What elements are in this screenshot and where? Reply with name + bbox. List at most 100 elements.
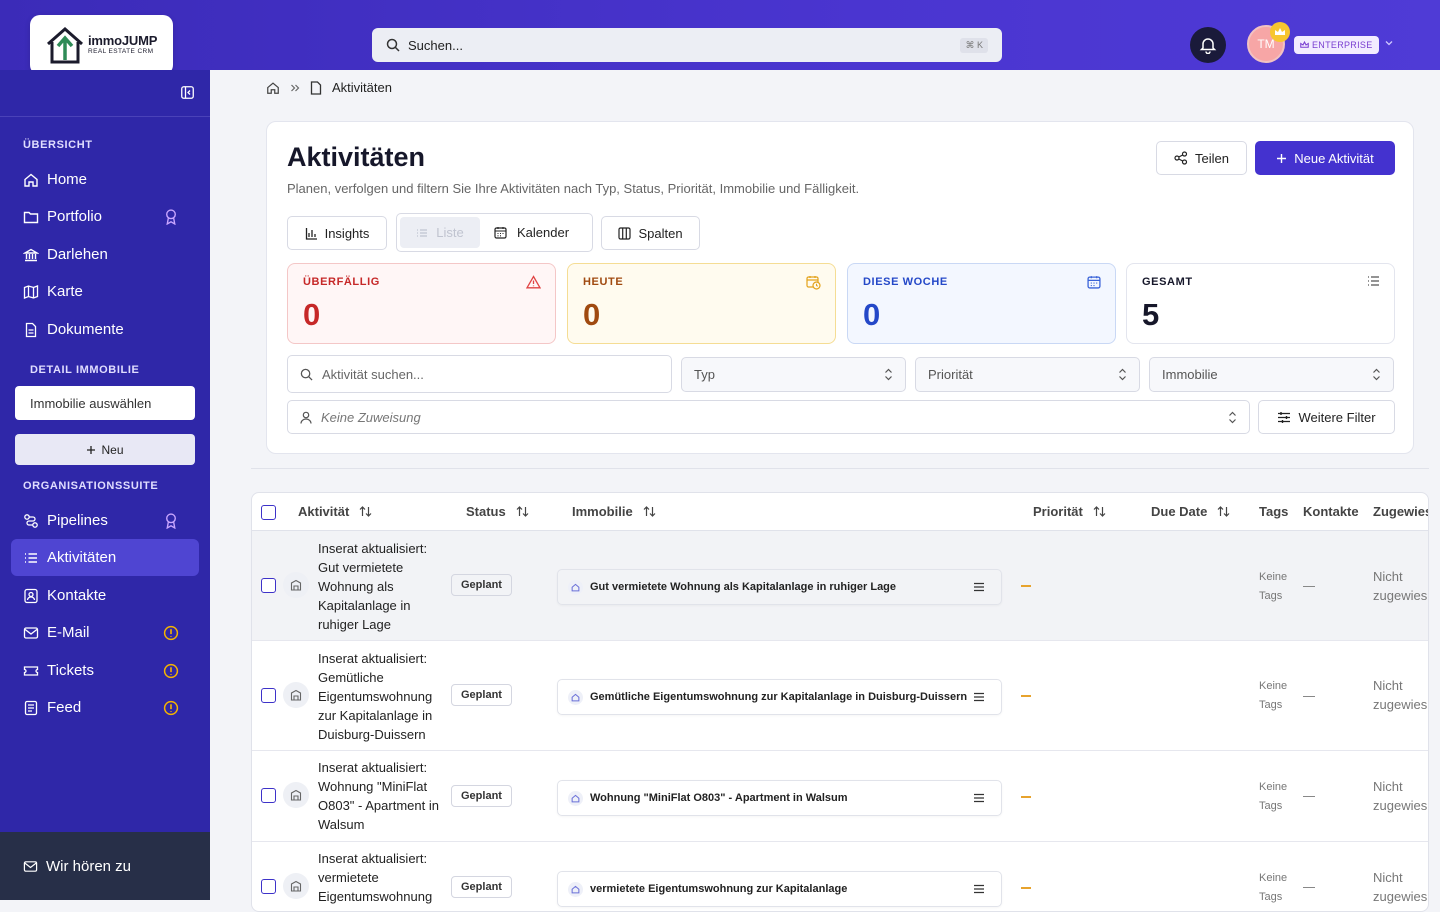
property-chip[interactable]: Gut vermietete Wohnung als Kapitalanlage… [557, 569, 1002, 605]
share-button[interactable]: Teilen [1156, 141, 1247, 175]
drag-menu-icon[interactable] [973, 793, 985, 803]
sidebar-item-darlehen[interactable]: Darlehen [11, 236, 199, 273]
tags-text: Tags [1259, 891, 1283, 903]
table-row[interactable]: Inserat aktualisiert: Gemütliche Eigentu… [252, 641, 1428, 751]
chevron-double-right-icon [291, 84, 300, 91]
sidebar-item-home[interactable]: Home [11, 161, 199, 198]
row-checkbox[interactable] [261, 688, 276, 703]
premium-badge-icon [166, 513, 176, 529]
activity-title[interactable]: Inserat aktualisiert: Gemütliche Eigentu… [318, 649, 443, 744]
sidebar-item-feed[interactable]: Feed [11, 689, 199, 726]
column-header-immobilie[interactable]: Immobilie [572, 504, 656, 519]
chevron-down-icon[interactable] [1384, 38, 1394, 48]
sidebar-item-kontakte[interactable]: Kontakte [11, 577, 199, 614]
sidebar-item-tickets[interactable]: Tickets [11, 652, 199, 689]
plan-badge[interactable]: ENTERPRISE [1294, 36, 1379, 54]
property-select[interactable]: Immobilie auswählen [15, 386, 195, 420]
activity-title[interactable]: Inserat aktualisiert: Wohnung "MiniFlat … [318, 758, 443, 834]
column-header-tags: Tags [1259, 504, 1288, 519]
sidebar-item-dokumente[interactable]: Dokumente [11, 311, 199, 348]
assignee-select[interactable]: Keine Zuweisung [287, 400, 1250, 434]
sidebar-item-karte[interactable]: Karte [11, 273, 199, 310]
stat-card-overdue[interactable]: ÜBERFÄLLIG 0 [287, 263, 556, 344]
column-header-zugewiesen: Zugewies [1373, 504, 1428, 519]
column-header-kontakte: Kontakte [1303, 504, 1359, 519]
property-chip[interactable]: Gemütliche Eigentumswohnung zur Kapitala… [557, 679, 1002, 715]
tags-text: Keine [1259, 571, 1288, 583]
view-toggle: Liste Kalender [396, 213, 593, 252]
calendar-icon [494, 227, 507, 239]
logo-text: immoJUMP [88, 33, 158, 49]
row-checkbox[interactable] [261, 788, 276, 803]
building-icon [283, 782, 309, 808]
collapse-sidebar-icon[interactable] [181, 86, 194, 99]
column-header-status[interactable]: Status [466, 504, 529, 519]
feedback-button[interactable]: Wir hören zu [0, 832, 210, 900]
priority-select[interactable]: Priorität [915, 357, 1140, 392]
activity-search-input[interactable]: Aktivität suchen... [287, 355, 672, 393]
columns-button[interactable]: Spalten [601, 216, 700, 250]
global-search-input[interactable]: Suchen... ⌘ K [372, 28, 1002, 62]
sidebar-item-aktivitaeten[interactable]: Aktivitäten [11, 539, 199, 576]
notifications-button[interactable] [1190, 27, 1226, 63]
assignee-text: Nicht [1373, 569, 1403, 584]
property-chip[interactable]: vermietete Eigentumswohnung zur Kapitala… [557, 871, 1002, 907]
row-checkbox[interactable] [261, 578, 276, 593]
property-filter-select[interactable]: Immobilie [1149, 357, 1394, 392]
sidebar-item-label: Portfolio [47, 208, 103, 225]
search-shortcut: ⌘ K [960, 37, 988, 53]
stat-card-today[interactable]: HEUTE 0 [567, 263, 836, 344]
row-checkbox[interactable] [261, 879, 276, 894]
drag-menu-icon[interactable] [973, 582, 985, 592]
assignee-cell[interactable]: Nicht zugewies [1373, 777, 1427, 815]
plan-badge-label: ENTERPRISE [1312, 40, 1373, 50]
stat-card-this-week[interactable]: DIESE WOCHE 0 [847, 263, 1116, 344]
tags-cell: Keine Tags [1259, 677, 1287, 715]
status-badge: Geplant [451, 684, 512, 706]
table-row[interactable]: Inserat aktualisiert: vermietete Eigentu… [252, 842, 1428, 911]
property-chip[interactable]: Wohnung "MiniFlat O803" - Apartment in W… [557, 780, 1002, 816]
stat-card-total[interactable]: GESAMT 5 [1126, 263, 1395, 344]
new-activity-button[interactable]: Neue Aktivität [1255, 141, 1395, 175]
building-icon [283, 682, 309, 708]
type-select[interactable]: Typ [681, 357, 906, 392]
assignee-cell[interactable]: Nicht zugewies [1373, 567, 1427, 605]
column-header-prioritaet[interactable]: Priorität [1033, 504, 1106, 519]
calendar-icon [1087, 276, 1101, 289]
home-icon [24, 173, 38, 187]
new-property-button[interactable]: Neu [15, 434, 195, 465]
sidebar-item-label: Feed [47, 699, 82, 716]
assignee-cell[interactable]: Nicht zugewies [1373, 868, 1427, 906]
view-list-tab[interactable]: Liste [400, 217, 480, 248]
search-icon [300, 368, 313, 381]
stat-label: ÜBERFÄLLIG [303, 276, 380, 288]
activity-title[interactable]: Inserat aktualisiert: Gut vermietete Woh… [318, 539, 443, 634]
table-row[interactable]: Inserat aktualisiert: Gut vermietete Woh… [252, 531, 1428, 641]
drag-menu-icon[interactable] [973, 884, 985, 894]
drag-menu-icon[interactable] [973, 692, 985, 702]
insights-button[interactable]: Insights [287, 216, 387, 250]
stat-value: 0 [303, 297, 321, 332]
activity-search-placeholder: Aktivität suchen... [322, 366, 424, 382]
table-row[interactable]: Inserat aktualisiert: Wohnung "MiniFlat … [252, 751, 1428, 842]
view-calendar-tab[interactable]: Kalender [494, 217, 569, 248]
tags-text: Tags [1259, 590, 1283, 602]
tags-text: Keine [1259, 872, 1288, 884]
sidebar-item-portfolio[interactable]: Portfolio [11, 198, 199, 235]
column-header-aktivitaet[interactable]: Aktivität [298, 504, 372, 519]
sort-icon [516, 506, 529, 517]
activity-title[interactable]: Inserat aktualisiert: vermietete Eigentu… [318, 849, 443, 906]
logo-subtext: REAL ESTATE CRM [88, 48, 154, 56]
home-icon[interactable] [266, 81, 280, 95]
sidebar-item-email[interactable]: E-Mail [11, 614, 199, 651]
column-header-due-date[interactable]: Due Date [1151, 504, 1230, 519]
contacts-empty [1303, 796, 1315, 797]
more-filters-button[interactable]: Weitere Filter [1258, 400, 1395, 434]
app-logo[interactable]: immoJUMP REAL ESTATE CRM [30, 15, 173, 75]
select-all-checkbox[interactable] [261, 505, 276, 520]
new-button-label: Neu [101, 442, 124, 457]
stat-label: HEUTE [583, 276, 624, 288]
assignee-cell[interactable]: Nicht zugewies [1373, 676, 1427, 714]
sidebar-item-pipelines[interactable]: Pipelines [11, 502, 199, 539]
house-arrow-icon [47, 26, 83, 64]
